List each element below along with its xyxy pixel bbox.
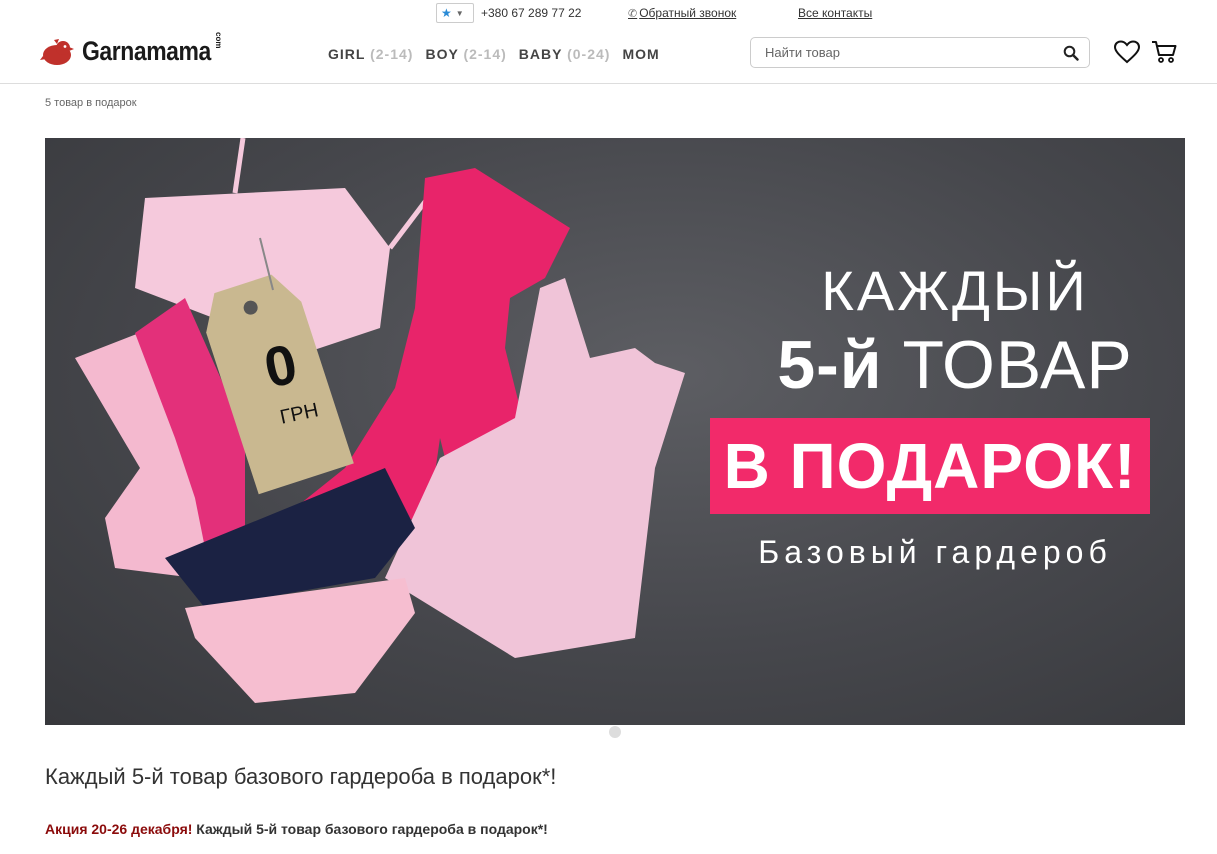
nav-item-girl[interactable]: GIRL (2-14)	[328, 46, 413, 62]
nav-item-boy[interactable]: BOY (2-14)	[425, 46, 506, 62]
search-icon[interactable]	[1063, 45, 1079, 61]
nav-label: BABY	[518, 46, 563, 62]
banner-subtitle: Базовый гардероб	[758, 534, 1112, 570]
star-flag-icon: ★	[441, 6, 452, 20]
heart-icon[interactable]	[1114, 40, 1140, 64]
phone-icon: ✆	[628, 7, 638, 20]
logo-suffix: com	[214, 32, 223, 49]
logo-text: Garnamama	[82, 36, 211, 66]
promo-text: Каждый 5-й товар базового гардероба в по…	[196, 821, 548, 837]
callback-label: Обратный звонок	[639, 6, 737, 20]
search-box	[750, 37, 1090, 68]
logo[interactable]: Garnamama	[40, 36, 234, 67]
banner-line2-bold: 5-й	[777, 327, 883, 403]
header: Garnamama com GIRL (2-14) BOY (2-14) BAB…	[0, 26, 1217, 84]
nav-age: (2-14)	[370, 46, 414, 62]
nav-age: (2-14)	[463, 46, 507, 62]
nav-item-mom[interactable]: MOM	[622, 46, 659, 62]
cart-icon[interactable]	[1151, 40, 1177, 64]
nav-label: GIRL	[328, 46, 366, 62]
banner-line1: КАЖДЫЙ	[821, 259, 1089, 322]
promo-dates: Акция 20-26 декабря!	[45, 821, 193, 837]
nav-age: (0-24)	[567, 46, 611, 62]
bird-logo-icon	[40, 38, 74, 65]
nav-label: MOM	[622, 46, 660, 62]
main-nav: GIRL (2-14) BOY (2-14) BABY (0-24) MOM	[328, 46, 660, 62]
nav-item-baby[interactable]: BABY (0-24)	[519, 46, 611, 62]
chevron-down-icon: ▼	[455, 8, 464, 18]
banner-line2-rest: ТОВАР	[902, 327, 1133, 403]
banner-line2: 5-й ТОВАР	[735, 326, 1175, 404]
promo-line: Акция 20-26 декабря! Каждый 5-й товар ба…	[45, 821, 548, 837]
search-input[interactable]	[751, 45, 1051, 60]
top-bar: ★ ▼ +380 67 289 77 22 ✆ Обратный звонок …	[0, 0, 1217, 26]
nav-label: BOY	[425, 46, 459, 62]
breadcrumb: 5 товар в подарок	[45, 97, 137, 109]
banner-gift-box: В ПОДАРОК!	[710, 418, 1150, 514]
contacts-link[interactable]: Все контакты	[798, 6, 872, 20]
promo-banner[interactable]: 0 ГРН КАЖДЫЙ 5-й ТОВАР В ПОДАРОК! Базовы…	[45, 138, 1185, 725]
clothing-illustration	[75, 138, 685, 703]
promo-title: Каждый 5-й товар базового гардероба в по…	[45, 764, 557, 789]
phone-number[interactable]: +380 67 289 77 22	[481, 6, 581, 20]
language-select[interactable]: ★ ▼	[436, 3, 474, 23]
callback-link[interactable]: ✆ Обратный звонок	[628, 6, 736, 20]
carousel-dot[interactable]	[609, 726, 621, 738]
